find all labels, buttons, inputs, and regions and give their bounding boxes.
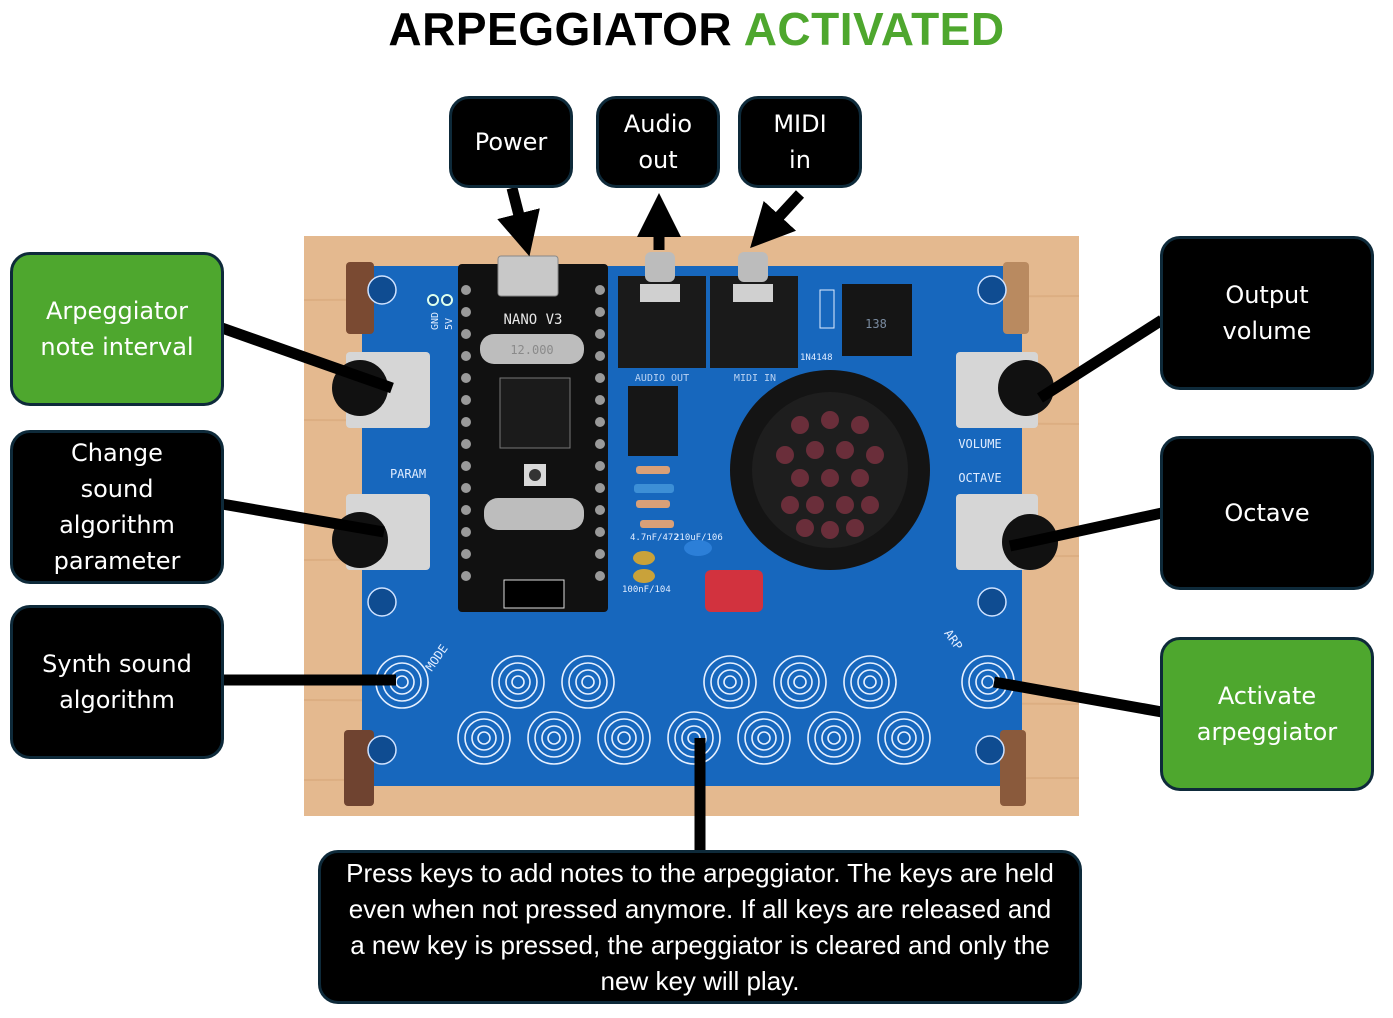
- 5v-label: 5V: [444, 318, 455, 330]
- crystal-label: 12.000: [510, 343, 553, 357]
- touch-key: [736, 710, 792, 766]
- touch-key: [490, 654, 546, 710]
- touch-key: [456, 710, 512, 766]
- audio-out-board-label: AUDIO OUT: [635, 373, 689, 384]
- callout-output-volume: Output volume: [1160, 236, 1374, 390]
- diode-label: 1N4148: [800, 353, 833, 363]
- touch-key: [772, 654, 828, 710]
- gnd-label: GND: [430, 312, 441, 330]
- volume-board-label: VOLUME: [958, 437, 1001, 451]
- touch-pad-mode: [374, 654, 430, 710]
- param-board-label: PARAM: [390, 467, 426, 481]
- icsp-header: [503, 579, 565, 609]
- callout-octave: Octave: [1160, 436, 1374, 590]
- callout-change-param-text: Change sound algorithm parameter: [53, 439, 181, 575]
- wood-leg: [1003, 262, 1029, 334]
- callout-power-text: Power: [474, 128, 548, 156]
- touch-pad-arp: [960, 654, 1016, 710]
- callout-power: Power: [449, 96, 573, 188]
- touch-key: [876, 710, 932, 766]
- callout-keys-help: Press keys to add notes to the arpeggiat…: [318, 850, 1082, 1004]
- pot-arp-interval: [332, 352, 430, 428]
- touch-key: [806, 710, 862, 766]
- wood-leg: [1000, 730, 1026, 806]
- callout-synth-algorithm-text: Synth sound algorithm: [42, 650, 192, 714]
- callout-midi-in-text: MIDI in: [773, 110, 827, 174]
- callout-activate-arp-text: Activate arpeggiator: [1196, 682, 1338, 746]
- usb-port: [497, 255, 559, 297]
- nano-label: NANO V3: [503, 312, 562, 328]
- callout-change-param: Change sound algorithm parameter: [10, 430, 224, 584]
- callout-octave-text: Octave: [1224, 499, 1310, 527]
- crystal-2: [484, 498, 584, 530]
- callout-midi-in: MIDI in: [738, 96, 862, 188]
- callout-keys-help-text: Press keys to add notes to the arpeggiat…: [346, 858, 1054, 996]
- touch-key: [596, 710, 652, 766]
- touch-key: [526, 710, 582, 766]
- callout-output-volume-text: Output volume: [1222, 281, 1312, 345]
- cap-label-3: 100nF/104: [622, 585, 671, 595]
- ic-label: 138: [865, 317, 887, 331]
- callout-audio-out-text: Audio out: [623, 110, 693, 174]
- touch-key: [842, 654, 898, 710]
- microcontroller-chip: [499, 377, 571, 449]
- touch-key: [560, 654, 616, 710]
- octave-board-label: OCTAVE: [958, 471, 1001, 485]
- pot-param: [332, 494, 430, 570]
- callout-synth-algorithm: Synth sound algorithm: [10, 605, 224, 759]
- callout-audio-out: Audio out: [596, 96, 720, 188]
- callout-arp-note-interval-text: Arpeggiator note interval: [40, 297, 194, 361]
- midi-in-board-label: MIDI IN: [734, 373, 776, 384]
- op-amp-chip: [628, 386, 678, 456]
- electrolytic-capacitor: [705, 570, 763, 612]
- callout-arp-note-interval: Arpeggiator note interval: [10, 252, 224, 406]
- callout-activate-arp: Activate arpeggiator: [1160, 637, 1374, 791]
- cap-label-1: 4.7nF/472: [630, 533, 679, 543]
- wood-leg: [344, 730, 374, 806]
- touch-key: [702, 654, 758, 710]
- touch-key: [666, 710, 722, 766]
